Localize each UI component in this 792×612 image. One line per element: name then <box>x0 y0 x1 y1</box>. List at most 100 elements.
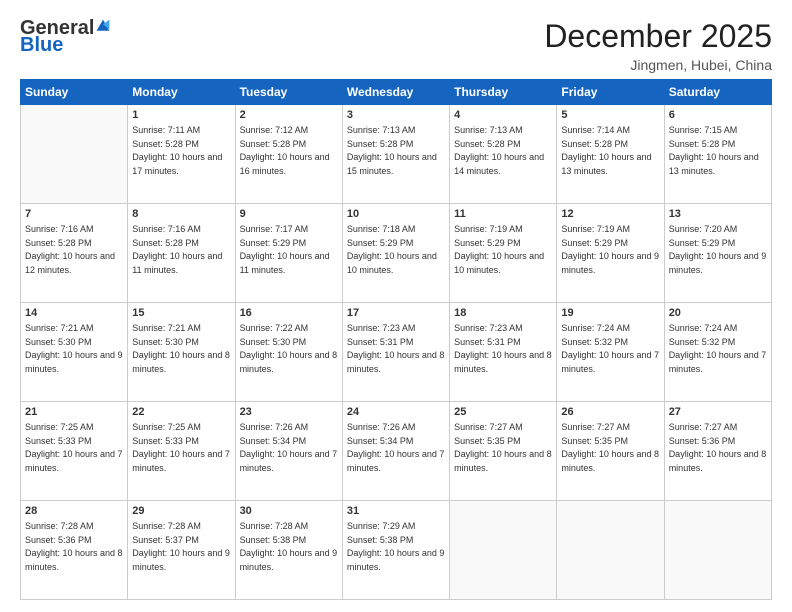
day-info: Sunrise: 7:26 AMSunset: 5:34 PMDaylight:… <box>347 422 445 473</box>
day-info: Sunrise: 7:25 AMSunset: 5:33 PMDaylight:… <box>132 422 230 473</box>
calendar-cell <box>450 501 557 600</box>
day-number: 23 <box>240 405 338 420</box>
calendar-cell: 1 Sunrise: 7:11 AMSunset: 5:28 PMDaylight… <box>128 105 235 204</box>
calendar-cell: 25 Sunrise: 7:27 AMSunset: 5:35 PMDayligh… <box>450 402 557 501</box>
day-number: 20 <box>669 306 767 321</box>
calendar-week-3: 21 Sunrise: 7:25 AMSunset: 5:33 PMDayligh… <box>21 402 772 501</box>
calendar-cell: 16 Sunrise: 7:22 AMSunset: 5:30 PMDayligh… <box>235 303 342 402</box>
day-number: 21 <box>25 405 123 420</box>
day-number: 6 <box>669 108 767 123</box>
day-info: Sunrise: 7:24 AMSunset: 5:32 PMDaylight:… <box>561 323 659 374</box>
calendar-cell <box>664 501 771 600</box>
day-info: Sunrise: 7:18 AMSunset: 5:29 PMDaylight:… <box>347 224 437 275</box>
calendar-cell: 9 Sunrise: 7:17 AMSunset: 5:29 PMDaylight… <box>235 204 342 303</box>
day-number: 2 <box>240 108 338 123</box>
calendar-cell: 3Sunrise: 7:13 AMSunset: 5:28 PMDaylight… <box>342 105 449 204</box>
calendar-header-monday: Monday <box>128 80 235 105</box>
day-number: 29 <box>132 504 230 519</box>
day-number: 14 <box>25 306 123 321</box>
day-info: Sunrise: 7:16 AMSunset: 5:28 PMDaylight:… <box>25 224 115 275</box>
calendar-header-tuesday: Tuesday <box>235 80 342 105</box>
day-info: Sunrise: 7:21 AMSunset: 5:30 PMDaylight:… <box>25 323 123 374</box>
month-title: December 2025 <box>544 18 772 55</box>
calendar-cell: 23 Sunrise: 7:26 AMSunset: 5:34 PMDayligh… <box>235 402 342 501</box>
calendar-header-sunday: Sunday <box>21 80 128 105</box>
day-number: 16 <box>240 306 338 321</box>
day-info: Sunrise: 7:11 AMSunset: 5:28 PMDaylight:… <box>132 125 222 176</box>
day-info: Sunrise: 7:17 AMSunset: 5:29 PMDaylight:… <box>240 224 330 275</box>
day-info: Sunrise: 7:23 AMSunset: 5:31 PMDaylight:… <box>347 323 445 374</box>
calendar-cell: 31 Sunrise: 7:29 AMSunset: 5:38 PMDayligh… <box>342 501 449 600</box>
day-number: 19 <box>561 306 659 321</box>
day-number: 1 <box>132 108 230 123</box>
day-info: Sunrise: 7:19 AMSunset: 5:29 PMDaylight:… <box>454 224 544 275</box>
day-number: 12 <box>561 207 659 222</box>
calendar-cell: 30Sunrise: 7:28 AMSunset: 5:38 PMDayligh… <box>235 501 342 600</box>
calendar-cell: 18 Sunrise: 7:23 AMSunset: 5:31 PMDayligh… <box>450 303 557 402</box>
day-number: 9 <box>240 207 338 222</box>
day-number: 25 <box>454 405 552 420</box>
day-number: 31 <box>347 504 445 519</box>
day-info: Sunrise: 7:28 AMSunset: 5:38 PMDaylight:… <box>240 521 338 572</box>
calendar-cell <box>557 501 664 600</box>
location: Jingmen, Hubei, China <box>544 57 772 73</box>
day-info: Sunrise: 7:16 AMSunset: 5:28 PMDaylight:… <box>132 224 222 275</box>
day-number: 18 <box>454 306 552 321</box>
calendar-week-0: 1 Sunrise: 7:11 AMSunset: 5:28 PMDaylight… <box>21 105 772 204</box>
calendar-cell: 12Sunrise: 7:19 AMSunset: 5:29 PMDayligh… <box>557 204 664 303</box>
calendar-table: SundayMondayTuesdayWednesdayThursdayFrid… <box>20 79 772 600</box>
calendar-cell: 6 Sunrise: 7:15 AMSunset: 5:28 PMDaylight… <box>664 105 771 204</box>
calendar-cell: 27 Sunrise: 7:27 AMSunset: 5:36 PMDayligh… <box>664 402 771 501</box>
day-number: 11 <box>454 207 552 222</box>
day-info: Sunrise: 7:27 AMSunset: 5:36 PMDaylight:… <box>669 422 767 473</box>
day-info: Sunrise: 7:23 AMSunset: 5:31 PMDaylight:… <box>454 323 552 374</box>
calendar-header-saturday: Saturday <box>664 80 771 105</box>
header: General Blue December 2025 Jingmen, Hube… <box>20 18 772 73</box>
day-info: Sunrise: 7:15 AMSunset: 5:28 PMDaylight:… <box>669 125 759 176</box>
calendar-cell: 10 Sunrise: 7:18 AMSunset: 5:29 PMDayligh… <box>342 204 449 303</box>
calendar-cell: 24 Sunrise: 7:26 AMSunset: 5:34 PMDayligh… <box>342 402 449 501</box>
day-info: Sunrise: 7:27 AMSunset: 5:35 PMDaylight:… <box>561 422 659 473</box>
title-block: December 2025 Jingmen, Hubei, China <box>544 18 772 73</box>
day-info: Sunrise: 7:20 AMSunset: 5:29 PMDaylight:… <box>669 224 767 275</box>
day-number: 4 <box>454 108 552 123</box>
day-number: 8 <box>132 207 230 222</box>
logo-blue: Blue <box>20 34 63 57</box>
calendar-header-friday: Friday <box>557 80 664 105</box>
day-info: Sunrise: 7:28 AMSunset: 5:37 PMDaylight:… <box>132 521 230 572</box>
day-info: Sunrise: 7:22 AMSunset: 5:30 PMDaylight:… <box>240 323 338 374</box>
logo-icon <box>95 18 111 34</box>
calendar-cell: 8 Sunrise: 7:16 AMSunset: 5:28 PMDaylight… <box>128 204 235 303</box>
day-info: Sunrise: 7:12 AMSunset: 5:28 PMDaylight:… <box>240 125 330 176</box>
day-number: 27 <box>669 405 767 420</box>
calendar-cell: 15 Sunrise: 7:21 AMSunset: 5:30 PMDayligh… <box>128 303 235 402</box>
day-number: 24 <box>347 405 445 420</box>
calendar-cell: 5Sunrise: 7:14 AMSunset: 5:28 PMDaylight… <box>557 105 664 204</box>
day-number: 28 <box>25 504 123 519</box>
day-number: 10 <box>347 207 445 222</box>
calendar-cell: 21Sunrise: 7:25 AMSunset: 5:33 PMDayligh… <box>21 402 128 501</box>
day-info: Sunrise: 7:13 AMSunset: 5:28 PMDaylight:… <box>454 125 544 176</box>
day-number: 15 <box>132 306 230 321</box>
page: General Blue December 2025 Jingmen, Hube… <box>0 0 792 612</box>
day-number: 5 <box>561 108 659 123</box>
calendar-week-2: 14 Sunrise: 7:21 AMSunset: 5:30 PMDayligh… <box>21 303 772 402</box>
calendar-cell: 22 Sunrise: 7:25 AMSunset: 5:33 PMDayligh… <box>128 402 235 501</box>
calendar-cell: 19 Sunrise: 7:24 AMSunset: 5:32 PMDayligh… <box>557 303 664 402</box>
day-info: Sunrise: 7:29 AMSunset: 5:38 PMDaylight:… <box>347 521 445 572</box>
calendar-cell: 17Sunrise: 7:23 AMSunset: 5:31 PMDayligh… <box>342 303 449 402</box>
calendar-cell: 14 Sunrise: 7:21 AMSunset: 5:30 PMDayligh… <box>21 303 128 402</box>
day-number: 26 <box>561 405 659 420</box>
day-number: 7 <box>25 207 123 222</box>
calendar-cell: 28 Sunrise: 7:28 AMSunset: 5:36 PMDayligh… <box>21 501 128 600</box>
day-info: Sunrise: 7:28 AMSunset: 5:36 PMDaylight:… <box>25 521 123 572</box>
calendar-week-4: 28 Sunrise: 7:28 AMSunset: 5:36 PMDayligh… <box>21 501 772 600</box>
calendar-cell: 26 Sunrise: 7:27 AMSunset: 5:35 PMDayligh… <box>557 402 664 501</box>
day-info: Sunrise: 7:21 AMSunset: 5:30 PMDaylight:… <box>132 323 230 374</box>
day-info: Sunrise: 7:26 AMSunset: 5:34 PMDaylight:… <box>240 422 338 473</box>
day-info: Sunrise: 7:27 AMSunset: 5:35 PMDaylight:… <box>454 422 552 473</box>
calendar-cell: 4 Sunrise: 7:13 AMSunset: 5:28 PMDaylight… <box>450 105 557 204</box>
day-number: 22 <box>132 405 230 420</box>
calendar-cell: 11 Sunrise: 7:19 AMSunset: 5:29 PMDayligh… <box>450 204 557 303</box>
day-number: 3 <box>347 108 445 123</box>
